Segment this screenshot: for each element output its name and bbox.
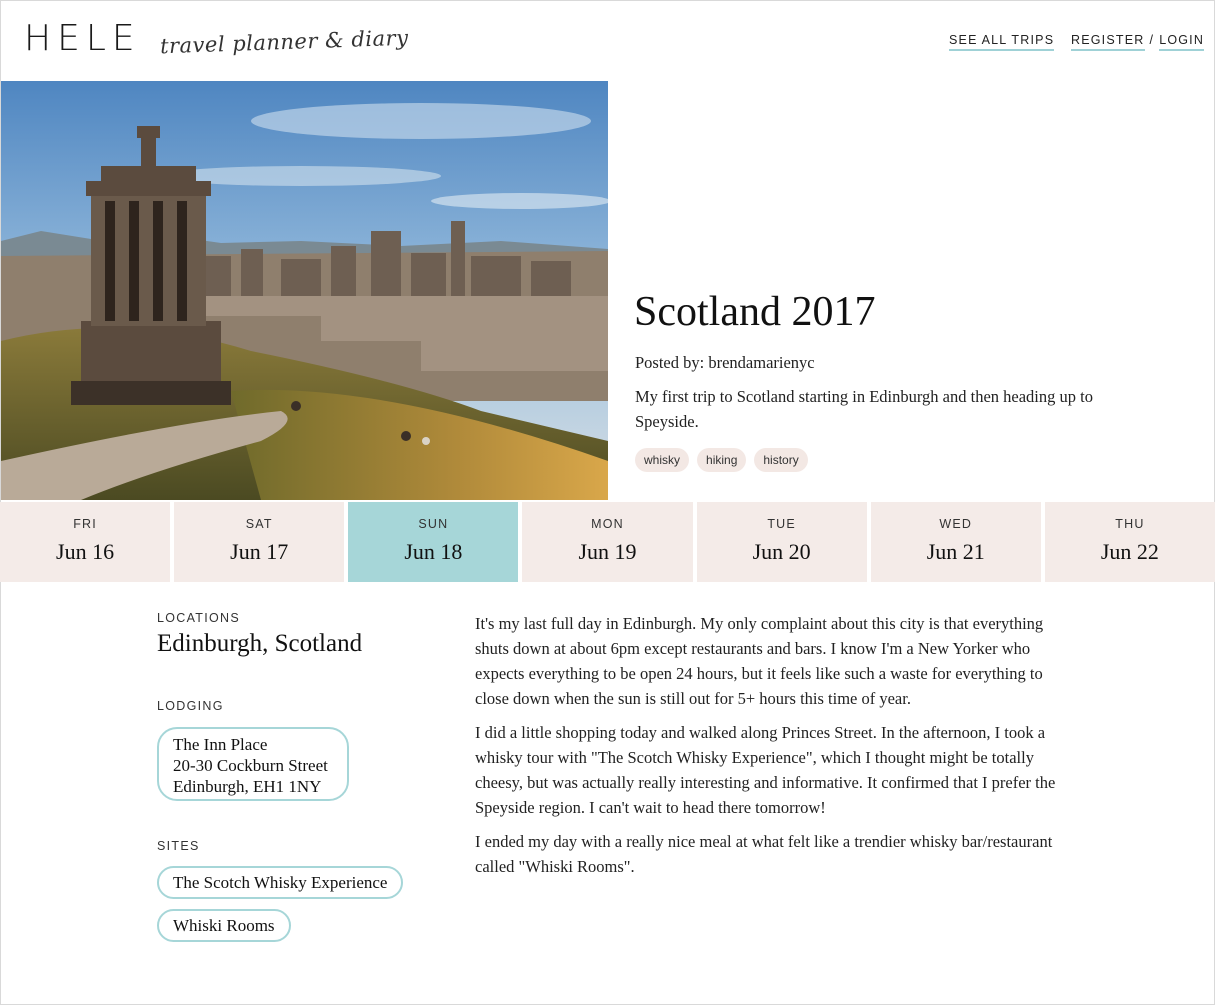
lodging-street: 20-30 Cockburn Street [173, 756, 328, 775]
day-date: Jun 20 [752, 539, 811, 564]
trip-title: Scotland 2017 [634, 289, 876, 335]
lodging-label: LODGING [157, 699, 224, 713]
see-all-trips-link[interactable]: SEE ALL TRIPS [949, 33, 1055, 51]
trip-tags: whisky hiking history [635, 448, 808, 472]
nav-separator: / [1149, 33, 1155, 47]
sites-label: SITES [157, 839, 200, 853]
day-of-week: SAT [245, 517, 273, 531]
location-name: Edinburgh, Scotland [157, 630, 363, 657]
login-link[interactable]: LOGIN [1159, 33, 1205, 51]
day-date: Jun 16 [56, 539, 115, 564]
day-of-week: SUN [418, 517, 449, 531]
journal-paragraph: I ended my day with a really nice meal a… [475, 832, 1053, 876]
day-of-week: TUE [767, 517, 796, 531]
day-of-week: FRI [73, 517, 97, 531]
edinburgh-monument-photo [1, 81, 608, 500]
nav-auth: REGISTER / LOGIN [1071, 33, 1205, 51]
day-of-week: THU [1115, 517, 1145, 531]
day-selector: FRI Jun 16 SAT Jun 17 SUN Jun 18 MON Jun… [0, 502, 1215, 582]
trip-cover-photo [1, 81, 608, 500]
day-tab-fri[interactable]: FRI Jun 16 [0, 502, 171, 582]
day-date: Jun 22 [1100, 539, 1159, 564]
lodging-card[interactable]: The Inn Place 20-30 Cockburn Street Edin… [157, 727, 349, 801]
lodging-city: Edinburgh, EH1 1NY [173, 777, 322, 796]
day-tab-thu[interactable]: THU Jun 22 [1044, 502, 1215, 582]
register-link[interactable]: REGISTER [1071, 33, 1145, 51]
lodging-name: The Inn Place [173, 735, 268, 754]
day-tab-wed[interactable]: WED Jun 21 [870, 502, 1041, 582]
site-scotch-whisky-experience[interactable]: The Scotch Whisky Experience [157, 866, 404, 899]
day-tab-tue[interactable]: TUE Jun 20 [696, 502, 867, 582]
nav-see-all-trips: SEE ALL TRIPS [949, 33, 1055, 51]
day-date: Jun 18 [404, 539, 463, 564]
journal-paragraph: I did a little shopping today and walked… [475, 723, 1056, 817]
day-tab-mon[interactable]: MON Jun 19 [522, 502, 693, 582]
tag-whisky[interactable]: whisky [635, 448, 690, 472]
day-date: Jun 21 [926, 539, 985, 564]
tag-history[interactable]: history [754, 448, 808, 472]
day-tab-sat[interactable]: SAT Jun 17 [174, 502, 345, 582]
day-of-week: MON [591, 517, 624, 531]
posted-by: Posted by: brendamarienyc [635, 353, 815, 372]
day-tab-sun[interactable]: SUN Jun 18 [348, 502, 519, 582]
locations-label: LOCATIONS [157, 611, 241, 625]
tag-hiking[interactable]: hiking [697, 448, 747, 472]
journal-entry: It's my last full day in Edinburgh. My o… [475, 611, 1065, 888]
day-date: Jun 19 [578, 539, 637, 564]
site-logo[interactable]: HELE [24, 18, 141, 59]
day-of-week: WED [939, 517, 973, 531]
trip-description: My first trip to Scotland starting in Ed… [635, 387, 1093, 431]
day-date: Jun 17 [230, 539, 289, 564]
journal-paragraph: It's my last full day in Edinburgh. My o… [475, 614, 1044, 708]
site-whiski-rooms[interactable]: Whiski Rooms [157, 909, 291, 942]
